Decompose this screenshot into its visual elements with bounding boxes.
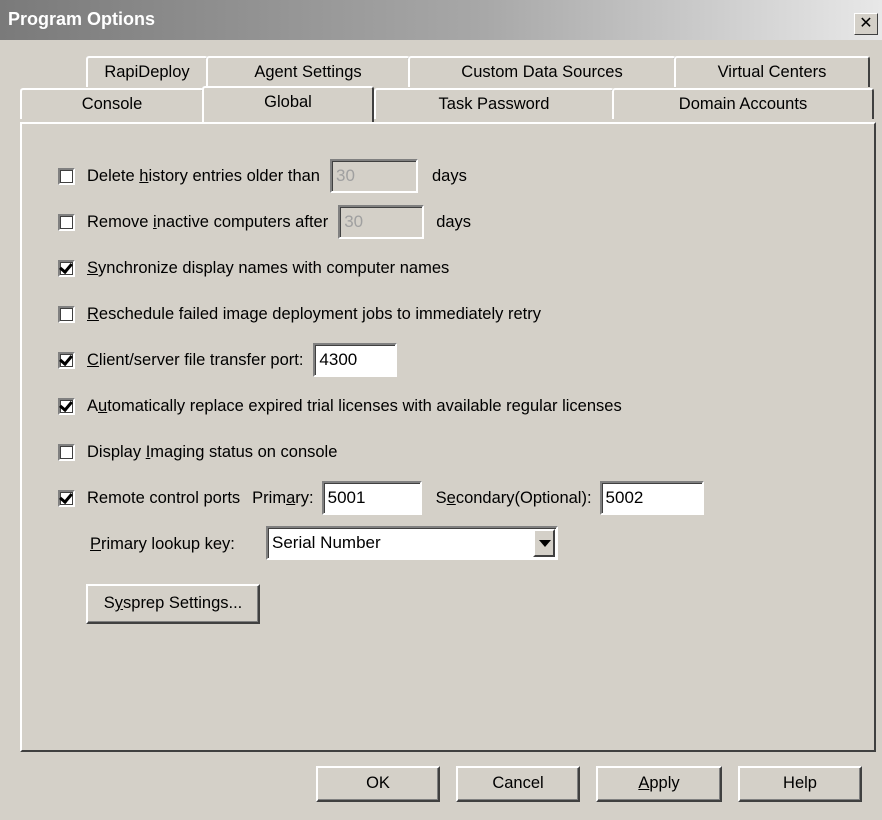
secondary-port-label: Secondary(Optional):	[435, 488, 592, 507]
history-days-input[interactable]: 30	[329, 159, 418, 193]
delete-history-checkbox[interactable]	[58, 167, 75, 185]
title-bar: Program Options ✕	[0, 0, 882, 40]
cancel-button[interactable]: Cancel	[456, 766, 580, 802]
tab-agent-settings[interactable]: Agent Settings	[206, 56, 410, 87]
inactive-days-input[interactable]: 30	[338, 205, 425, 239]
transfer-port-row: Client/server file transfer port: 4300	[58, 343, 398, 377]
sync-names-row: Synchronize display names with computer …	[58, 254, 449, 282]
transfer-port-label[interactable]: Client/server file transfer port:	[87, 351, 303, 370]
primary-port-input[interactable]: 5001	[321, 481, 422, 515]
imaging-status-row: Display Imaging status on console	[58, 438, 337, 466]
inactive-days-suffix: days	[436, 212, 472, 231]
auto-replace-label[interactable]: Automatically replace expired trial lice…	[87, 397, 622, 416]
lookup-key-label: Primary lookup key:	[90, 534, 235, 553]
reschedule-label[interactable]: Reschedule failed image deployment jobs …	[87, 305, 541, 324]
chevron-down-icon[interactable]	[533, 529, 555, 557]
history-days-suffix: days	[431, 166, 467, 185]
tab-task-password[interactable]: Task Password	[374, 88, 614, 119]
remote-control-label[interactable]: Remote control ports	[87, 489, 240, 508]
transfer-port-input[interactable]: 4300	[313, 343, 398, 377]
tab-console[interactable]: Console	[20, 88, 204, 119]
remote-control-row: Remote control ports Primary: 5001 Secon…	[58, 481, 704, 515]
ok-button[interactable]: OK	[316, 766, 440, 802]
primary-port-label: Primary:	[252, 488, 314, 507]
remove-inactive-checkbox[interactable]	[58, 213, 75, 231]
apply-button[interactable]: Apply	[596, 766, 722, 802]
remove-inactive-label[interactable]: Remove inactive computers after	[87, 213, 328, 232]
window-title: Program Options	[8, 9, 156, 29]
imaging-status-label[interactable]: Display Imaging status on console	[87, 443, 337, 462]
auto-replace-checkbox[interactable]	[58, 397, 75, 415]
tab-virtual-centers[interactable]: Virtual Centers	[674, 56, 870, 87]
delete-history-label[interactable]: Delete history entries older than	[87, 167, 320, 186]
imaging-status-checkbox[interactable]	[58, 443, 75, 461]
lookup-key-select[interactable]: Serial Number	[266, 526, 558, 560]
secondary-port-input[interactable]: 5002	[599, 481, 704, 515]
tab-global[interactable]: Global	[202, 86, 374, 122]
delete-history-row: Delete history entries older than 30 day…	[58, 159, 467, 193]
sync-names-label[interactable]: Synchronize display names with computer …	[87, 259, 449, 278]
sysprep-settings-button[interactable]: Sysprep Settings...	[86, 584, 260, 624]
help-button[interactable]: Help	[738, 766, 862, 802]
reschedule-checkbox[interactable]	[58, 305, 75, 323]
global-tab-panel: Delete history entries older than 30 day…	[20, 122, 876, 752]
tab-rapideploy[interactable]: RapiDeploy	[86, 56, 208, 87]
tab-custom-data-sources[interactable]: Custom Data Sources	[408, 56, 676, 87]
reschedule-row: Reschedule failed image deployment jobs …	[58, 300, 541, 328]
remove-inactive-row: Remove inactive computers after 30 days	[58, 205, 472, 239]
remote-control-checkbox[interactable]	[58, 489, 75, 507]
transfer-port-checkbox[interactable]	[58, 351, 75, 369]
close-icon[interactable]: ✕	[854, 13, 878, 35]
sync-names-checkbox[interactable]	[58, 259, 75, 277]
tab-domain-accounts[interactable]: Domain Accounts	[612, 88, 874, 119]
lookup-key-value: Serial Number	[272, 533, 381, 552]
auto-replace-row: Automatically replace expired trial lice…	[58, 392, 622, 420]
